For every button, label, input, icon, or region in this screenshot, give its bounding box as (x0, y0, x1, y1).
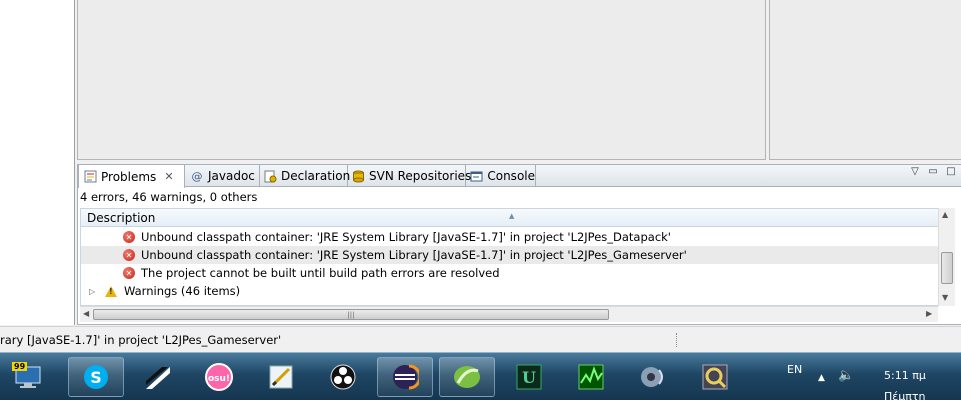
taskbar-obs[interactable] (315, 357, 371, 397)
skype-icon: S (81, 362, 111, 392)
svg-text:S: S (90, 368, 102, 387)
error-icon: ✕ (123, 231, 135, 243)
volume-icon[interactable]: 🔈 (838, 368, 854, 383)
taskbar-eclipse[interactable] (377, 357, 433, 397)
scroll-down-icon[interactable]: ▼ (942, 293, 948, 302)
stripes-icon (143, 362, 173, 392)
taskbar-computer[interactable]: 99 (0, 357, 56, 397)
warnings-group-label: Warnings (46 items) (124, 284, 241, 298)
taskbar-spectrum[interactable] (563, 357, 619, 397)
package-explorer-pane (0, 0, 75, 325)
tray-expand-icon[interactable]: ▲ (818, 373, 825, 383)
spectrum-icon (576, 362, 606, 392)
tab-svn-repositories[interactable]: SVN Repositories (348, 165, 471, 187)
unreal-icon: U (514, 362, 544, 392)
tab-label: Console (487, 169, 535, 183)
taskbar-osu[interactable]: osu! (191, 357, 247, 397)
scroll-up-icon[interactable]: ▲ (942, 210, 948, 219)
error-icon: ✕ (123, 249, 135, 261)
status-bar: rary [JavaSE-1.7]' in project 'L2JPes_Ga… (0, 326, 961, 352)
minimize-icon[interactable]: ▭ (928, 167, 938, 177)
warning-icon (105, 285, 117, 297)
problems-summary: 4 errors, 46 warnings, 0 others (80, 190, 258, 204)
expand-icon[interactable]: ▷ (89, 287, 97, 296)
problem-description: The project cannot be built until build … (141, 266, 500, 280)
view-tab-bar: Problems ✕ @ Javadoc Declaration SVN Rep… (78, 165, 961, 188)
svn-icon (352, 169, 365, 183)
clock-time[interactable]: 5:11 πμ (884, 369, 926, 382)
problems-view: Problems ✕ @ Javadoc Declaration SVN Rep… (77, 164, 961, 325)
view-controls: ▽ ▭ □ (910, 167, 956, 177)
problem-description: Unbound classpath container: 'JRE System… (141, 230, 671, 244)
declaration-icon (264, 169, 277, 183)
taskbar-pen-tool[interactable] (253, 357, 309, 397)
sort-arrow-icon: ▲ (509, 212, 515, 220)
view-menu-icon[interactable]: ▽ (910, 167, 920, 177)
green-leaf-icon (452, 362, 482, 392)
taskbar-q-app[interactable] (687, 357, 743, 397)
pen-tool-icon (266, 362, 296, 392)
clock-day: Πέμπτη (884, 390, 926, 400)
status-message: rary [JavaSE-1.7]' in project 'L2JPes_Ga… (0, 333, 282, 347)
maximize-icon[interactable]: □ (946, 167, 956, 177)
warnings-group-row[interactable]: ▷ Warnings (46 items) (81, 282, 939, 300)
taskbar-unreal[interactable]: U (501, 357, 557, 397)
tab-label: Problems (101, 169, 157, 184)
table-row[interactable]: ✕ Unbound classpath container: 'JRE Syst… (81, 228, 939, 246)
status-separator (676, 333, 678, 347)
eclipse-icon (390, 362, 420, 392)
scroll-thumb[interactable]: ||| (93, 309, 609, 320)
tab-javadoc[interactable]: @ Javadoc (186, 165, 260, 187)
taskbar-stripes[interactable] (130, 357, 186, 397)
tab-console[interactable]: Console (466, 165, 536, 187)
tab-label: SVN Repositories (369, 169, 472, 183)
outline-pane (769, 0, 961, 160)
table-row[interactable]: ✕ The project cannot be built until buil… (81, 264, 939, 282)
taskbar-green-leaf[interactable] (439, 357, 495, 397)
taskbar-audio[interactable] (625, 357, 681, 397)
language-indicator[interactable]: EN (787, 363, 802, 376)
taskbar: 99 S osu! U EN ▲ 🔈 5:11 πμ Πέμπτη (0, 352, 961, 400)
console-icon (470, 169, 483, 183)
editor-area (77, 0, 766, 160)
osu-icon: osu! (204, 362, 234, 392)
problem-description: Unbound classpath container: 'JRE System… (141, 248, 687, 262)
obs-icon (328, 362, 358, 392)
svg-text:U: U (522, 368, 536, 387)
tab-problems[interactable]: Problems ✕ (78, 165, 185, 188)
audio-icon (638, 362, 668, 392)
svg-text:osu!: osu! (208, 374, 230, 384)
problems-icon (83, 170, 97, 184)
table-row[interactable]: ✕ Unbound classpath container: 'JRE Syst… (81, 246, 939, 264)
at-icon: @ (191, 169, 203, 183)
column-header-description[interactable]: Description ▲ (81, 209, 939, 227)
scroll-left-icon[interactable]: ◀ (83, 309, 89, 318)
error-icon: ✕ (123, 267, 135, 279)
computer-icon: 99 (12, 362, 43, 392)
taskbar-skype[interactable]: S (68, 357, 124, 397)
close-icon[interactable]: ✕ (164, 170, 173, 183)
horizontal-scrollbar[interactable]: ◀ ||| ▶ (80, 306, 938, 322)
start-badge: 99 (12, 362, 28, 371)
q-app-icon (700, 362, 730, 392)
tab-label: Javadoc (208, 169, 255, 183)
problems-table: Description ▲ ✕ Unbound classpath contai… (80, 208, 940, 306)
vertical-scrollbar[interactable]: ▲ ▼ (938, 208, 955, 306)
tab-declaration[interactable]: Declaration (260, 165, 351, 187)
tab-label: Declaration (281, 169, 351, 183)
scroll-right-icon[interactable]: ▶ (926, 309, 932, 318)
scroll-thumb[interactable] (941, 252, 953, 284)
